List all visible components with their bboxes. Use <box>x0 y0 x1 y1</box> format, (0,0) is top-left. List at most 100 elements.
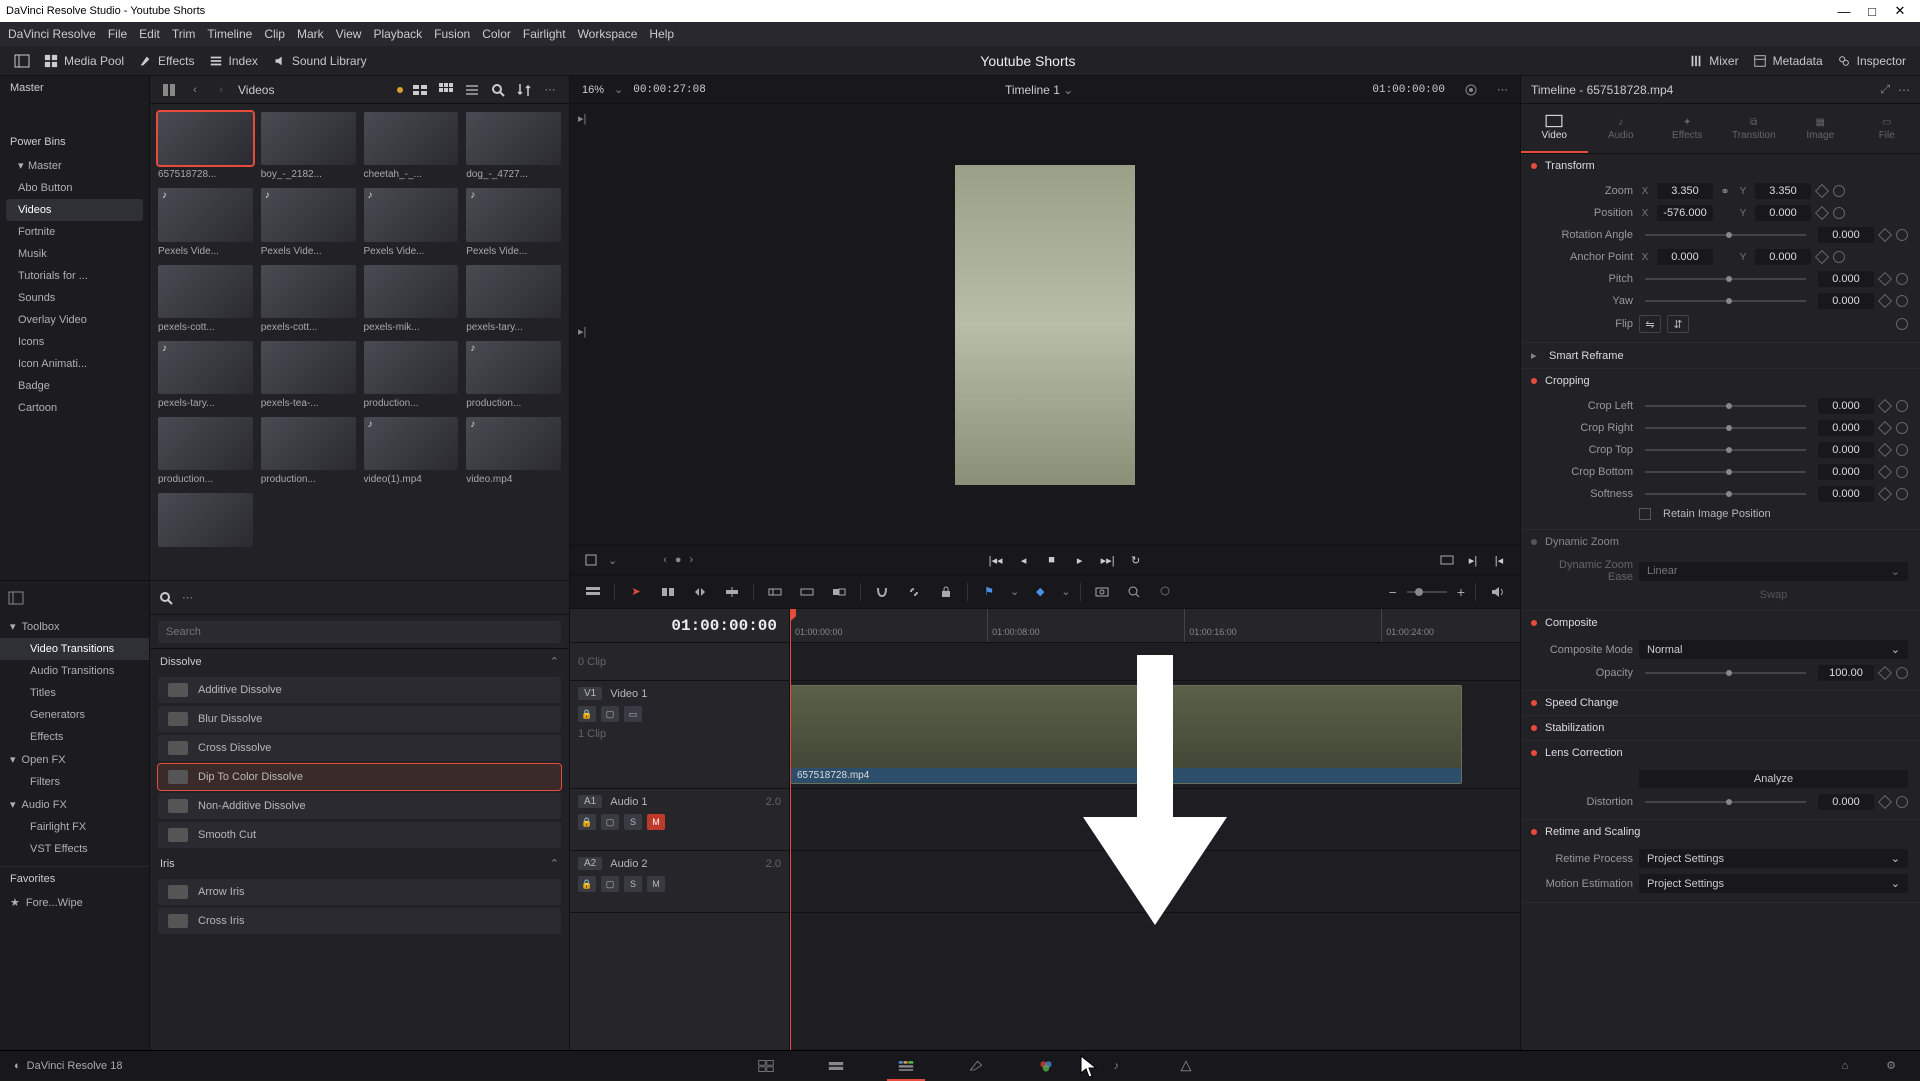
v1-auto-select-button[interactable]: ▢ <box>601 706 619 722</box>
v1-lock-button[interactable]: 🔒 <box>578 706 596 722</box>
lens-header[interactable]: Lens Correction <box>1521 741 1920 765</box>
go-end-icon[interactable]: ▸▸| <box>1099 551 1117 569</box>
fx-tree-node[interactable]: Audio Transitions <box>0 660 149 682</box>
motion-est-select[interactable]: Project Settings⌄ <box>1639 874 1908 893</box>
go-start-icon[interactable]: |◂◂ <box>987 551 1005 569</box>
page-deliver[interactable] <box>1171 1055 1201 1077</box>
view-grid-icon[interactable] <box>437 81 455 99</box>
more-icon[interactable]: ⋯ <box>541 81 559 99</box>
page-fairlight[interactable]: ♪ <box>1101 1055 1131 1077</box>
fx-item[interactable]: Cross Dissolve <box>158 735 561 761</box>
bypass-fx-icon[interactable] <box>1463 82 1481 98</box>
v1-disable-button[interactable]: ▭ <box>624 706 642 722</box>
viewer-zoom[interactable]: 16% <box>582 84 604 96</box>
crop-top-slider[interactable] <box>1645 449 1806 451</box>
menu-edit[interactable]: Edit <box>139 27 160 41</box>
nav-back-icon[interactable]: ‹ <box>186 81 204 99</box>
crop-right-slider[interactable] <box>1645 427 1806 429</box>
dynamic-trim-icon[interactable] <box>689 581 711 603</box>
a1-tag[interactable]: A1 <box>578 795 602 808</box>
v1-clip[interactable]: 657518728.mp4 <box>790 685 1462 784</box>
crop-bottom-slider[interactable] <box>1645 471 1806 473</box>
zoom-out-icon[interactable]: − <box>1389 584 1397 600</box>
index-button[interactable]: Index <box>209 54 258 68</box>
clip-thumbnail[interactable]: boy_-_2182... <box>261 112 356 180</box>
opacity-slider[interactable] <box>1645 672 1806 674</box>
power-bins-header[interactable]: Power Bins <box>0 130 149 154</box>
play-icon[interactable]: ▸ <box>1071 551 1089 569</box>
insert-clip-icon[interactable] <box>764 581 786 603</box>
tab-effects[interactable]: ✦Effects <box>1654 104 1721 153</box>
clip-thumbnail[interactable]: Pexels Vide... <box>261 188 356 256</box>
clip-thumbnail[interactable]: pexels-cott... <box>158 265 253 333</box>
minimize-button[interactable]: — <box>1830 4 1858 19</box>
transform-header[interactable]: Transform <box>1521 154 1920 178</box>
crop-left-slider[interactable] <box>1645 405 1806 407</box>
pitch-slider[interactable] <box>1645 278 1806 280</box>
zoom-detail-icon[interactable] <box>1123 581 1145 603</box>
maximize-button[interactable]: □ <box>1858 4 1886 19</box>
snap-icon[interactable] <box>871 581 893 603</box>
pos-x-field[interactable]: -576.000 <box>1657 205 1713 221</box>
fx-tree-node[interactable]: ▾Audio FX <box>0 793 149 816</box>
nav-fwd-icon[interactable]: › <box>212 81 230 99</box>
fx-search-icon[interactable] <box>158 590 174 606</box>
composite-mode-select[interactable]: Normal⌄ <box>1639 640 1908 659</box>
inspector-button[interactable]: Inspector <box>1837 54 1906 68</box>
close-button[interactable]: ✕ <box>1886 3 1914 19</box>
overwrite-clip-icon[interactable] <box>796 581 818 603</box>
fx-tree-node[interactable]: Titles <box>0 682 149 704</box>
fx-tree-node[interactable]: VST Effects <box>0 838 149 860</box>
menu-file[interactable]: File <box>108 27 127 41</box>
prev-clip-icon[interactable]: |◂ <box>1490 551 1508 569</box>
clip-thumbnail[interactable]: production... <box>158 417 253 485</box>
overlay-dropdown-icon[interactable]: ⌄ <box>608 554 617 567</box>
bin-item[interactable]: Musik <box>0 243 149 265</box>
retime-process-select[interactable]: Project Settings⌄ <box>1639 849 1908 868</box>
fx-item[interactable]: Blur Dissolve <box>158 706 561 732</box>
timeline-name[interactable]: Timeline 1 <box>1005 83 1060 97</box>
clip-thumbnail[interactable]: production... <box>466 341 561 409</box>
cur-edit-icon[interactable]: ● <box>675 554 682 566</box>
metadata-button[interactable]: Metadata <box>1753 54 1823 68</box>
trim-tool-icon[interactable] <box>657 581 679 603</box>
zoom-y-field[interactable]: 3.350 <box>1755 183 1811 199</box>
clip-thumbnail[interactable] <box>158 493 253 550</box>
clip-thumbnail[interactable]: dog_-_4727... <box>466 112 561 180</box>
flip-v-button[interactable]: ⇵ <box>1667 315 1689 333</box>
menu-fairlight[interactable]: Fairlight <box>523 27 566 41</box>
clip-thumbnail[interactable]: production... <box>364 341 459 409</box>
inspector-more-icon[interactable]: ⋯ <box>1898 83 1910 97</box>
clip-thumbnail[interactable]: pexels-mik... <box>364 265 459 333</box>
stop-icon[interactable]: ■ <box>1043 551 1061 569</box>
link-icon[interactable]: ⚭ <box>1719 185 1731 198</box>
menu-mark[interactable]: Mark <box>297 27 324 41</box>
page-color[interactable] <box>1031 1055 1061 1077</box>
arrow-tool-icon[interactable]: ➤ <box>625 581 647 603</box>
rotation-slider[interactable] <box>1645 234 1806 236</box>
fx-search-input[interactable] <box>158 621 561 643</box>
view-thumb-icon[interactable] <box>411 81 429 99</box>
bin-item[interactable]: Overlay Video <box>0 309 149 331</box>
a2-tag[interactable]: A2 <box>578 857 602 870</box>
bin-item[interactable]: Abo Button <box>0 177 149 199</box>
viewer-go-end2-icon[interactable]: ▸| <box>578 325 586 338</box>
page-fusion[interactable] <box>961 1055 991 1077</box>
step-back-icon[interactable]: ◂ <box>1015 551 1033 569</box>
a2-solo-button[interactable]: S <box>624 876 642 892</box>
blade-tool-icon[interactable] <box>721 581 743 603</box>
analyze-button[interactable]: Analyze <box>1639 770 1908 788</box>
dz-ease-select[interactable]: Linear⌄ <box>1639 562 1908 581</box>
bin-view-icon[interactable] <box>160 81 178 99</box>
match-frame-icon[interactable] <box>1438 551 1456 569</box>
flag-dd-icon[interactable]: ⌄ <box>1010 585 1019 598</box>
search-icon[interactable] <box>489 81 507 99</box>
clip-thumbnail[interactable]: cheetah_-_... <box>364 112 459 180</box>
a1-lock-button[interactable]: 🔒 <box>578 814 596 830</box>
clip-thumbnail[interactable]: Pexels Vide... <box>158 188 253 256</box>
marker-icon[interactable]: ◆ <box>1029 581 1051 603</box>
fx-category-header[interactable]: Dissolve⌃ <box>150 649 569 674</box>
v1-track[interactable]: 657518728.mp4 <box>790 681 1520 789</box>
smart-reframe-header[interactable]: ▸Smart Reframe <box>1521 343 1920 368</box>
anchor-y-field[interactable]: 0.000 <box>1755 249 1811 265</box>
